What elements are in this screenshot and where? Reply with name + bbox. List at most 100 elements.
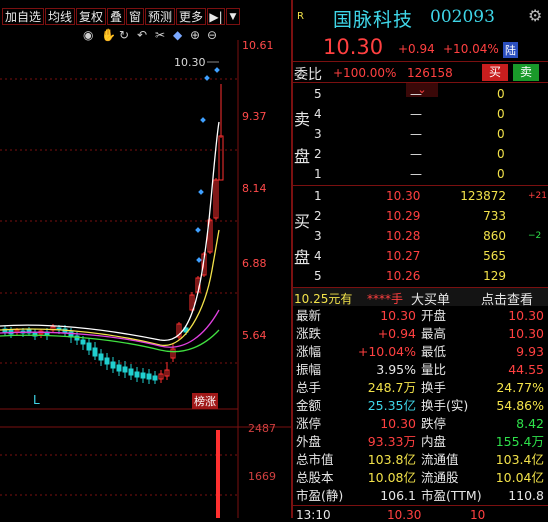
tick-price: 10.30: [387, 508, 422, 522]
buy-volume: 565: [483, 249, 506, 263]
candle: [80, 339, 86, 345]
buy-level: 2: [314, 209, 322, 223]
buy-button[interactable]: 买: [482, 64, 508, 81]
candle: [218, 135, 224, 181]
buy-volume: 733: [483, 209, 506, 223]
quote-label: 涨幅: [296, 344, 322, 359]
candle: [146, 373, 152, 380]
candle: [140, 372, 146, 379]
sell-volume: 0: [497, 167, 505, 181]
chart-mode-label: L: [33, 393, 40, 407]
quote-row: 涨跌 +0.94 最高 10.30: [296, 325, 546, 342]
forecast-button[interactable]: 预测: [145, 8, 175, 25]
quote-row: 最新 10.30 开盘 10.30: [296, 307, 546, 324]
quote-row: 涨停 10.30 跌停 8.42: [296, 415, 546, 432]
candle: [134, 371, 140, 378]
signal-diamond: [195, 227, 201, 233]
sell-volume: 0: [497, 127, 505, 141]
big-order-price: 10.25元有: [294, 292, 353, 306]
buy-level: 4: [314, 249, 322, 263]
big-order-qty: ****手: [367, 292, 404, 306]
quote-value: 25.35亿: [367, 398, 416, 413]
quote-row: 外盘 93.33万 内盘 155.4万: [296, 433, 546, 450]
stock-code: 002093: [430, 7, 495, 27]
buy-volume: 860: [483, 229, 506, 243]
quote-label: 换手: [421, 380, 447, 395]
more-button[interactable]: 更多: [176, 8, 206, 25]
quote-value: 248.7万: [367, 380, 416, 395]
overlay-button[interactable]: 叠: [107, 8, 125, 25]
price-change: +0.94: [398, 42, 435, 56]
quote-value: 10.30: [380, 416, 416, 431]
committee-ratio-label: 委比: [294, 67, 322, 83]
tick-time: 13:10: [296, 508, 331, 522]
quote-label: 跌停: [421, 416, 447, 431]
buy-volume-delta: +21: [528, 191, 547, 201]
buy-price: 10.30: [386, 189, 421, 203]
expand-panel-icon[interactable]: ▶|: [207, 8, 225, 25]
quote-value: 10.04亿: [495, 470, 544, 485]
quote-label: 换手(实): [421, 398, 469, 413]
settings-gear-icon[interactable]: ⚙: [528, 6, 542, 25]
sell-side-label: 盘: [294, 147, 311, 166]
sell-level: 3: [314, 127, 322, 141]
current-price-tag: 10.30: [174, 56, 206, 69]
candle: [116, 364, 122, 372]
quote-row: 总股本 10.08亿 流通股 10.04亿: [296, 469, 546, 486]
sell-volume: 0: [497, 107, 505, 121]
candle: [98, 353, 104, 361]
quote-row: 涨幅 +10.04% 最低 9.93: [296, 343, 546, 360]
view-details-link[interactable]: 点击查看: [481, 289, 533, 308]
sell-volume: 0: [497, 87, 505, 101]
candle: [92, 347, 98, 357]
quote-value: 93.33万: [367, 434, 416, 449]
sell-price: —: [410, 87, 422, 101]
window-button[interactable]: 窗: [126, 8, 144, 25]
quote-label: 涨停: [296, 416, 322, 431]
price-change-pct: +10.04%: [443, 42, 499, 56]
quote-label: 最低: [421, 344, 447, 359]
quote-label: 外盘: [296, 434, 322, 449]
quote-value: 10.30: [508, 326, 544, 341]
last-price: 10.30: [323, 35, 384, 59]
quote-label: 涨跌: [296, 326, 322, 341]
adjust-price-button[interactable]: 复权: [76, 8, 106, 25]
quote-value: +0.94: [377, 326, 416, 341]
buy-price: 10.26: [386, 269, 421, 283]
moving-average-button[interactable]: 均线: [45, 8, 75, 25]
quote-label: 振幅: [296, 362, 322, 377]
sell-price: —: [410, 147, 422, 161]
sell-level: 4: [314, 107, 322, 121]
quote-value: 10.30: [380, 308, 416, 323]
volume-bar: [216, 430, 220, 518]
quote-value: 24.77%: [496, 380, 544, 395]
committee-diff: 126158: [407, 66, 453, 80]
quote-value: 10.08亿: [367, 470, 416, 485]
quote-value: 3.95%: [376, 362, 416, 377]
sell-button[interactable]: 卖: [513, 64, 539, 81]
realtime-badge: R: [297, 11, 304, 22]
quote-value: 110.8: [508, 488, 544, 503]
quote-label: 最新: [296, 308, 322, 323]
tick-volume: 10: [470, 508, 486, 522]
quote-label: 总股本: [296, 470, 334, 485]
quote-label: 内盘: [421, 434, 447, 449]
buy-level: 3: [314, 229, 322, 243]
add-watchlist-button[interactable]: 加自选: [2, 8, 44, 25]
volume-axis-label: 1669: [248, 470, 276, 483]
quote-value: 103.8亿: [367, 452, 416, 467]
price-axis-label: 6.88: [242, 257, 267, 270]
quote-label: 市盈(静): [296, 488, 344, 503]
quote-value: 103.4亿: [495, 452, 544, 467]
dropdown-icon[interactable]: ▼: [226, 8, 240, 25]
signal-diamond: [196, 257, 202, 263]
buy-side-label: 盘: [294, 248, 311, 267]
sell-price: —: [410, 107, 422, 121]
quote-label: 量比: [421, 362, 447, 377]
big-buy-label: 大买单: [411, 293, 451, 308]
quote-value: 10.30: [508, 308, 544, 323]
quote-label: 开盘: [421, 308, 447, 323]
price-axis-label: 10.61: [242, 39, 274, 52]
quote-label: 总手: [296, 380, 322, 395]
quote-label: 流通股: [421, 470, 459, 485]
